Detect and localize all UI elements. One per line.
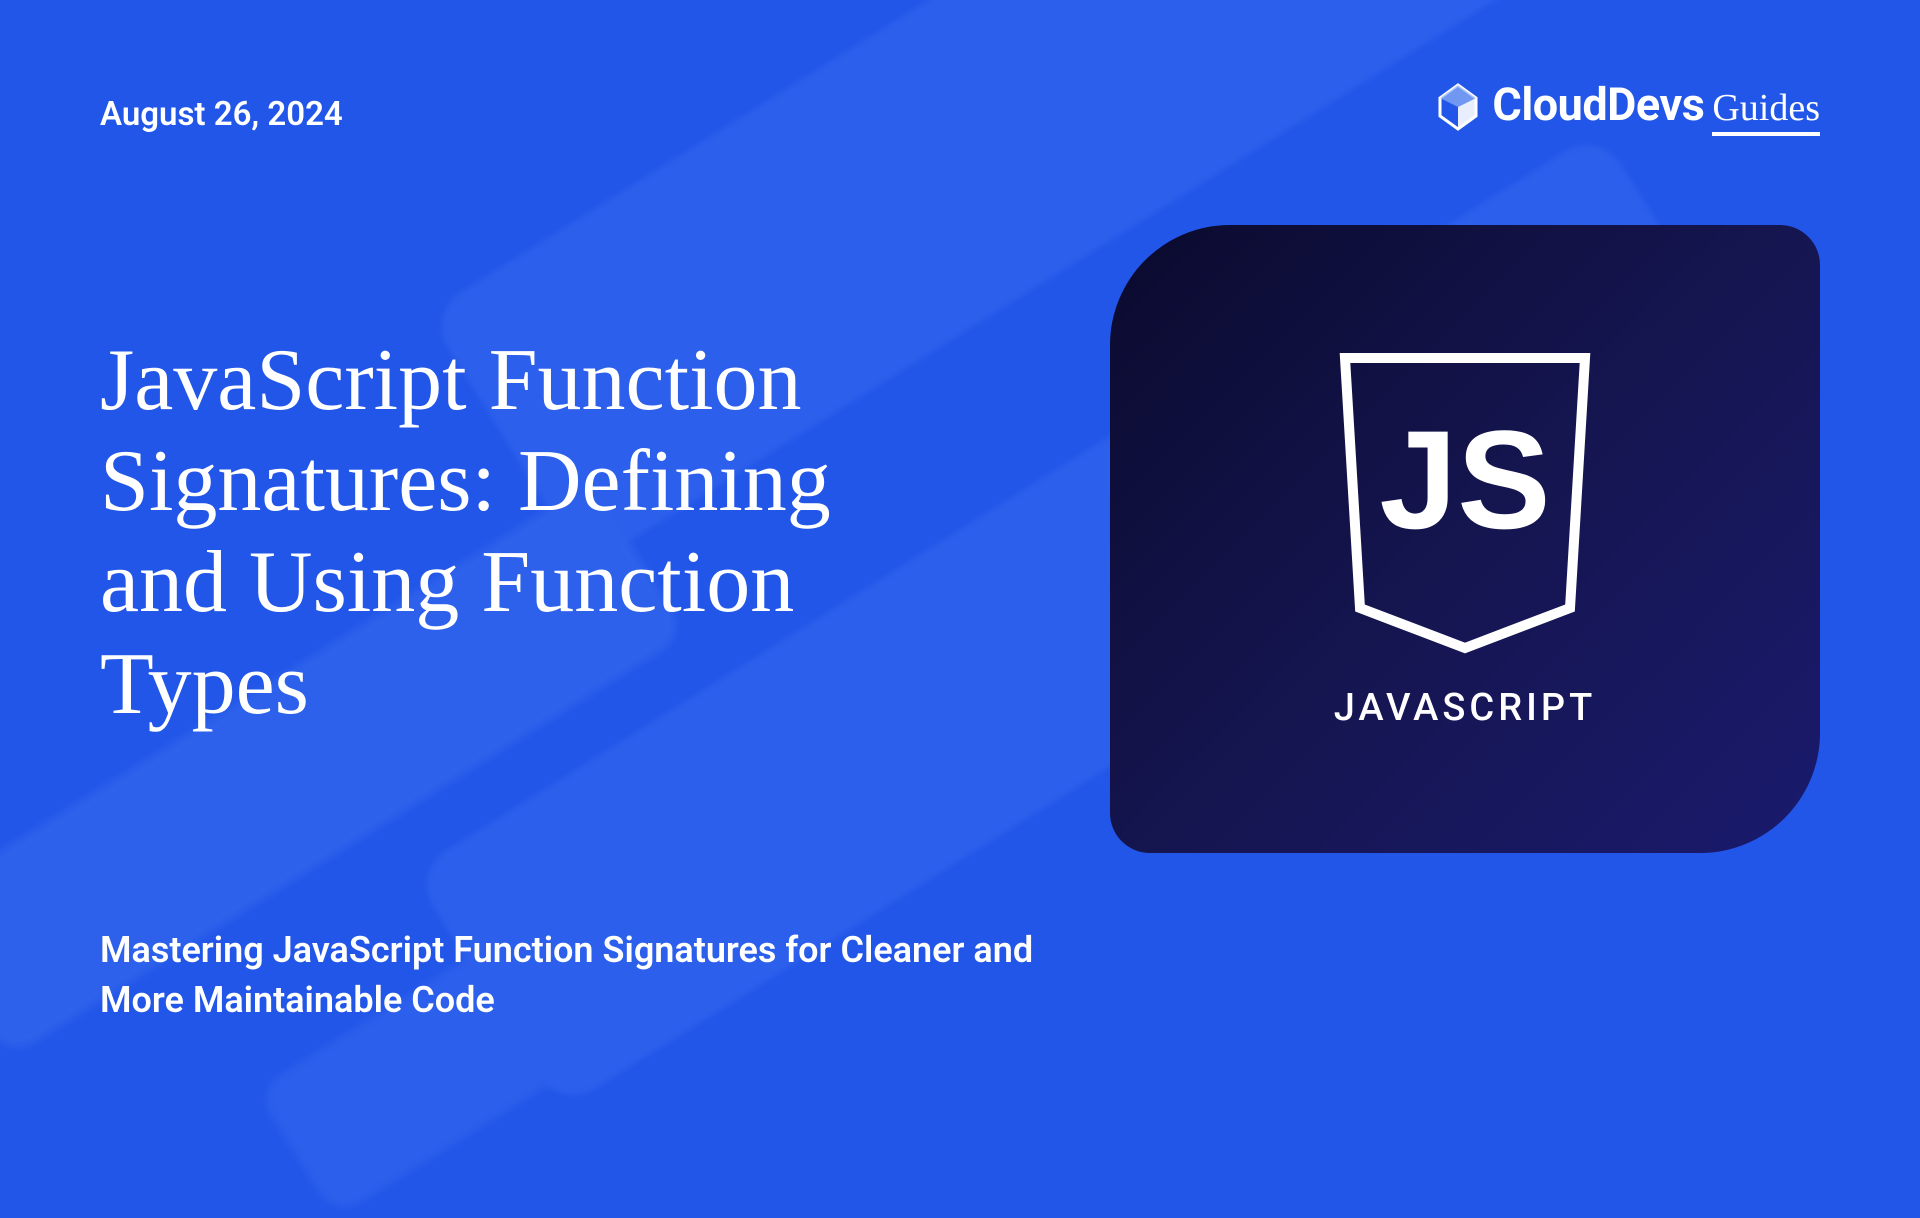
js-shield-icon: JS (1325, 348, 1605, 658)
page-subtitle: Mastering JavaScript Function Signatures… (100, 925, 1050, 1026)
brand-name: CloudDevs (1492, 78, 1704, 131)
svg-text:JS: JS (1379, 401, 1550, 558)
publish-date: August 26, 2024 (100, 95, 343, 134)
brand-logo-area: CloudDevs Guides (1434, 78, 1820, 136)
tech-label: JAVASCRIPT (1334, 686, 1597, 730)
brand-text: CloudDevs Guides (1492, 78, 1820, 136)
brand-suffix: Guides (1712, 86, 1820, 136)
page-title: JavaScript Function Signatures: Defining… (100, 330, 950, 735)
clouddevs-icon (1434, 83, 1482, 131)
tech-card: JS JAVASCRIPT (1110, 225, 1820, 853)
